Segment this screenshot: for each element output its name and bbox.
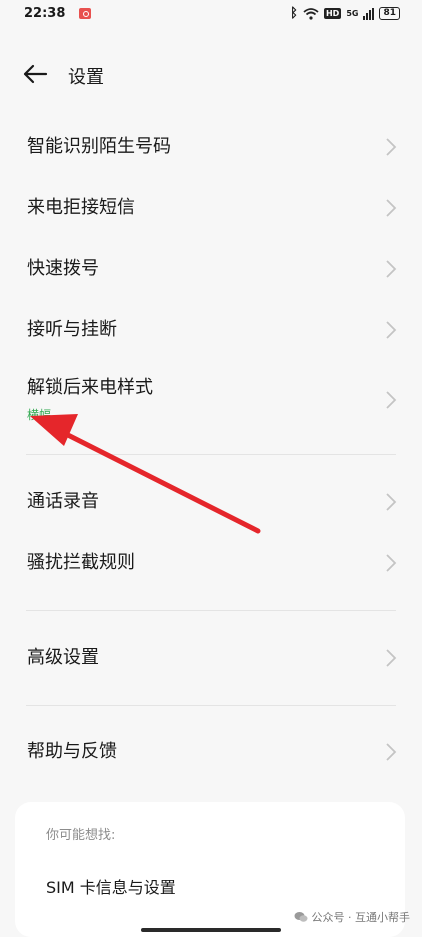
chevron-right-icon xyxy=(386,199,397,217)
item-label: 骚扰拦截规则 xyxy=(27,552,135,573)
wifi-icon xyxy=(303,7,319,20)
screen-record-icon xyxy=(79,8,91,19)
item-sub-value: 横幅 xyxy=(27,408,52,422)
chevron-right-icon xyxy=(386,743,397,761)
chevron-right-icon xyxy=(386,321,397,339)
item-label: 快速拨号 xyxy=(27,258,99,279)
divider xyxy=(26,610,396,611)
item-label: 解锁后来电样式 xyxy=(27,377,153,398)
item-label: 来电拒接短信 xyxy=(27,197,135,218)
list-item-answer-hangup[interactable]: 接听与挂断 xyxy=(0,300,422,360)
list-item-help-feedback[interactable]: 帮助与反馈 xyxy=(0,722,422,782)
header: 设置 xyxy=(0,52,422,96)
bluetooth-icon: ᛒ xyxy=(290,6,298,21)
status-time: 22:38 xyxy=(24,6,66,21)
chevron-right-icon xyxy=(386,260,397,278)
item-label: 通话录音 xyxy=(27,491,99,512)
item-label: 智能识别陌生号码 xyxy=(27,136,171,157)
network-label: 5G xyxy=(346,9,359,18)
back-arrow-icon[interactable] xyxy=(22,62,48,86)
battery-indicator: 81 xyxy=(379,7,400,20)
chevron-right-icon xyxy=(386,649,397,667)
suggestion-item-sim[interactable]: SIM 卡信息与设置 xyxy=(46,874,176,898)
item-label: 高级设置 xyxy=(27,647,99,668)
list-item-call-recording[interactable]: 通话录音 xyxy=(0,472,422,532)
list-item-block-rules[interactable]: 骚扰拦截规则 xyxy=(0,533,422,593)
chevron-right-icon xyxy=(386,391,397,409)
divider xyxy=(26,454,396,455)
item-label: 接听与挂断 xyxy=(27,319,117,340)
divider xyxy=(26,705,396,706)
home-indicator[interactable] xyxy=(141,928,281,932)
list-item-reject-sms[interactable]: 来电拒接短信 xyxy=(0,178,422,238)
page-title: 设置 xyxy=(68,67,104,88)
list-item-smart-identify[interactable]: 智能识别陌生号码 xyxy=(0,117,422,177)
status-bar: 22:38 ᛒ HD 5G 81 xyxy=(0,0,422,30)
status-icons: ᛒ HD 5G 81 xyxy=(290,6,400,21)
hd-badge: HD xyxy=(323,8,342,19)
chevron-right-icon xyxy=(386,493,397,511)
watermark-text: 公众号 · 互通小帮手 xyxy=(311,911,411,924)
chevron-right-icon xyxy=(386,554,397,572)
suggestion-title: 你可能想找: xyxy=(46,828,116,843)
watermark: 公众号 · 互通小帮手 xyxy=(294,909,411,925)
list-item-incoming-style[interactable]: 解锁后来电样式 横幅 xyxy=(0,362,422,436)
list-item-speed-dial[interactable]: 快速拨号 xyxy=(0,239,422,299)
list-item-advanced-settings[interactable]: 高级设置 xyxy=(0,628,422,688)
signal-icon xyxy=(363,7,375,20)
item-label: 帮助与反馈 xyxy=(27,741,117,762)
chevron-right-icon xyxy=(386,138,397,156)
wechat-icon xyxy=(294,912,307,922)
